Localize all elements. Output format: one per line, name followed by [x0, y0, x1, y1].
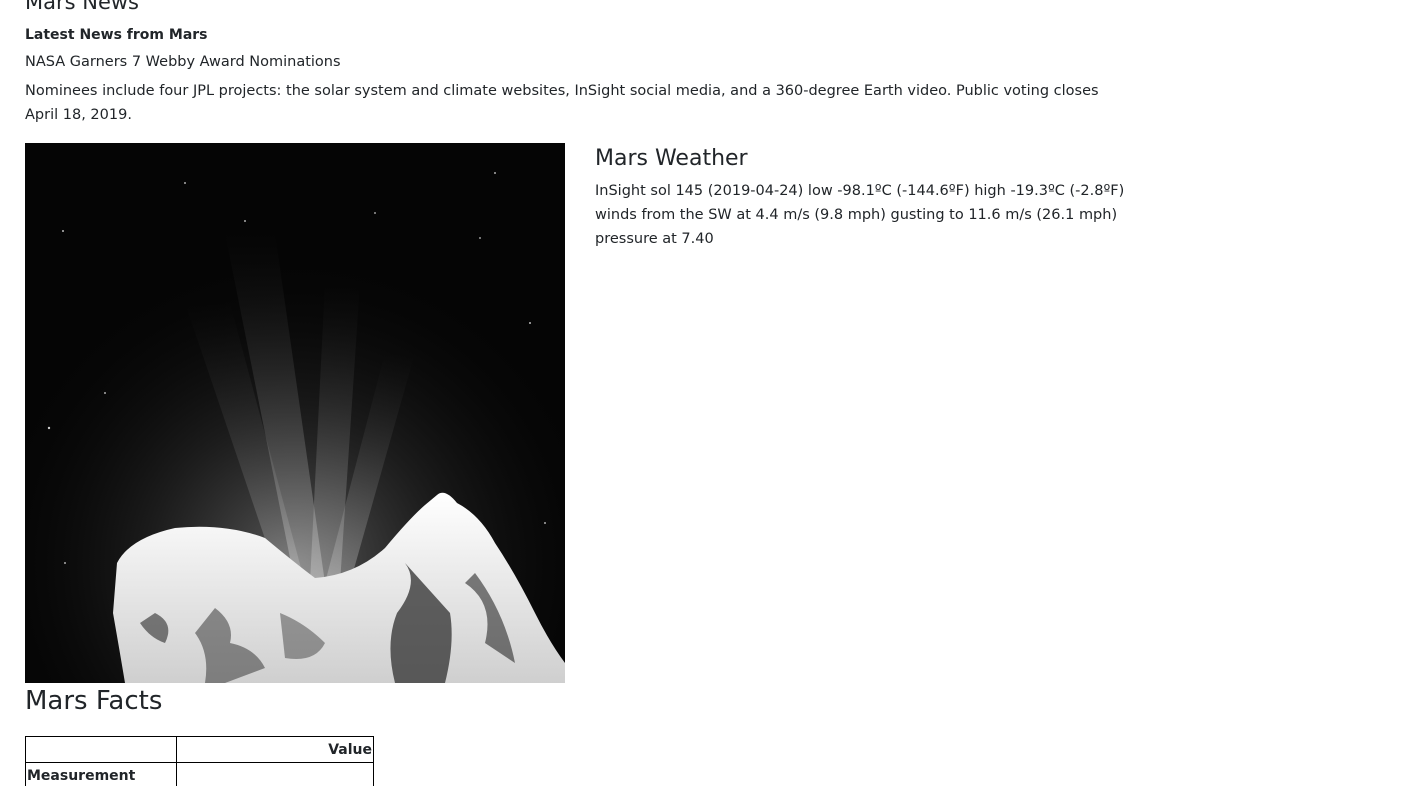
news-heading: Mars News: [25, 0, 139, 14]
news-subheading: Latest News from Mars: [25, 27, 208, 43]
page: Mars News Latest News from Mars NASA Gar…: [0, 0, 1405, 786]
facts-heading: Mars Facts: [25, 686, 163, 716]
table-header-cell: Value: [176, 736, 374, 763]
table-header-row: Value: [25, 736, 374, 763]
news-paragraph: Nominees include four JPL projects: the …: [25, 83, 1099, 123]
featured-mars-image: [25, 143, 565, 683]
weather-section: Mars Weather InSight sol 145 (2019-04-24…: [595, 143, 1125, 251]
table-header-cell: [25, 736, 177, 763]
table-header-row: Measurement: [25, 762, 374, 786]
weather-heading: Mars Weather: [595, 146, 748, 171]
weather-report: InSight sol 145 (2019-04-24) low -98.1ºC…: [595, 183, 1125, 247]
table-header-cell: [176, 762, 374, 786]
facts-table: Value Measurement: [25, 736, 374, 786]
news-title[interactable]: NASA Garners 7 Webby Award Nominations: [25, 52, 341, 72]
table-row-header-label: Measurement: [25, 762, 177, 786]
